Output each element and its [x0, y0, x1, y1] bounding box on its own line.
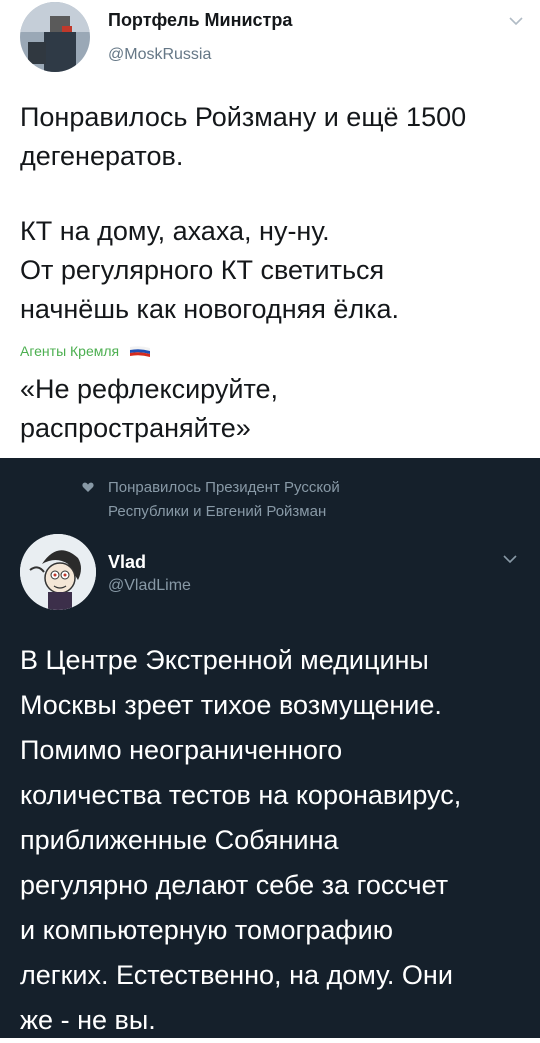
tweet-text-line: В Центре Экстренной медицины [20, 645, 429, 675]
tweet-text-line: количества тестов на коронавирус, [20, 780, 462, 810]
russian-flag-icon [130, 346, 151, 358]
author-handle[interactable]: @MoskRussia [108, 46, 211, 64]
liked-by-line: Понравилось Президент Русской [108, 479, 340, 496]
tweet-text-line: приближенные Собянина [20, 825, 339, 855]
tweet-text-line: регулярно делают себе за госсчет [20, 870, 449, 900]
author-avatar[interactable] [20, 2, 90, 72]
tweet-text-line: Помимо неограниченного [20, 735, 343, 765]
chevron-down-icon[interactable] [508, 16, 524, 26]
tweet-vlad: Понравилось Президент Русской Республики… [0, 458, 540, 1038]
author-avatar[interactable] [20, 534, 96, 610]
liked-by-line: Республики и Евгений Ройзман [108, 503, 327, 520]
tweet-text-line: КТ на дому, ахаха, ну-ну. [20, 216, 330, 246]
tweet-portfel-ministra: Портфель Министра @MoskRussia Понравилос… [0, 0, 540, 458]
tweet-text: В Центре Экстренной медицины Москвы зрее… [20, 638, 520, 1043]
author-name[interactable]: Портфель Министра [108, 10, 292, 31]
tweet-text-line: распространяйте» [20, 413, 251, 443]
avatar-icon [20, 2, 90, 72]
tweet-text-line: От регулярного КТ светиться [20, 255, 385, 285]
tweet-text-line: Москвы зреет тихое возмущение. [20, 690, 442, 720]
watermark: Агенты Кремля [20, 343, 151, 359]
liked-by-context[interactable]: Понравилось Президент Русской Республики… [108, 476, 340, 524]
watermark-text: Агенты Кремля [20, 343, 120, 359]
tweet-text-line: «Не рефлексируйте, [20, 374, 279, 404]
author-name[interactable]: Vlad [108, 552, 146, 573]
tweet-text-line: же - не вы. [20, 1005, 156, 1035]
tweet-text-line: и компьютерную томографию [20, 915, 393, 945]
author-handle[interactable]: @VladLime [108, 577, 191, 595]
tweet-text-line: легких. Естественно, на дому. Они [20, 960, 453, 990]
chevron-down-icon[interactable] [502, 554, 518, 564]
tweet-text-line: начнёшь как новогодняя ёлка. [20, 294, 400, 324]
avatar-icon [20, 534, 96, 610]
tweet-text-line: дегенератов. [20, 141, 184, 171]
heart-icon [82, 482, 94, 492]
tweet-text-line: Понравилось Ройзману и ещё 1500 [20, 102, 467, 132]
